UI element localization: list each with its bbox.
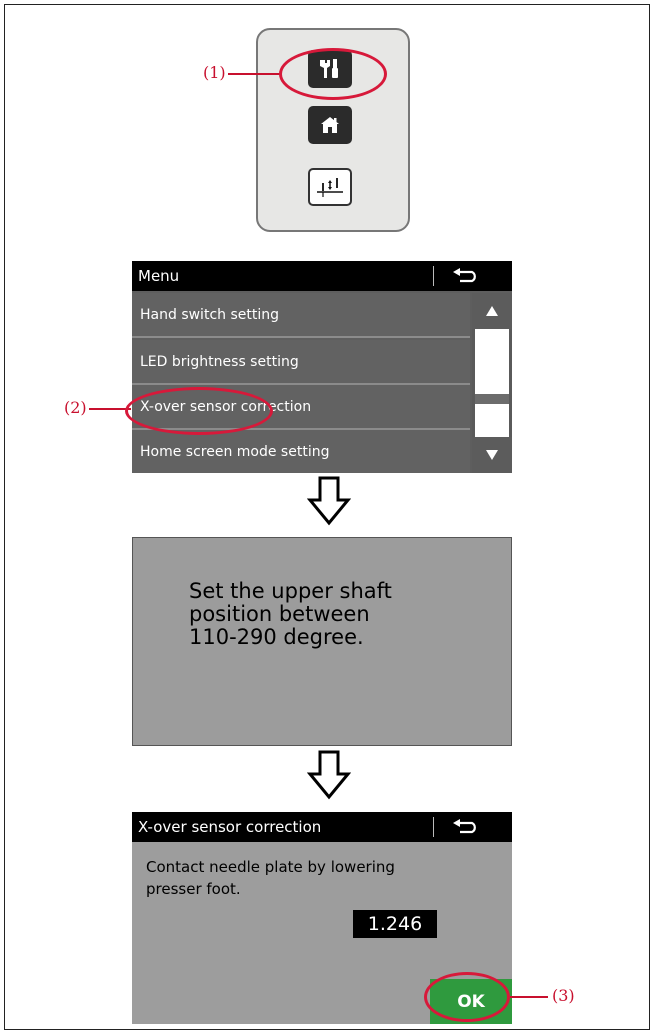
back-arrow-icon [453, 819, 476, 834]
triangle-down-icon [486, 450, 498, 460]
correction-title: X-over sensor correction [138, 818, 322, 836]
menu-item-led-brightness[interactable]: LED brightness setting [132, 340, 470, 385]
needle-position-button[interactable] [308, 168, 352, 206]
back-button[interactable] [452, 812, 480, 842]
callout-2-line [89, 408, 131, 410]
tools-icon [320, 59, 338, 78]
ok-label: OK [457, 991, 485, 1012]
tools-button[interactable] [308, 50, 352, 88]
correction-instruction: Contact needle plate by lowering presser… [146, 858, 395, 898]
scroll-thumb[interactable] [475, 394, 509, 404]
menu-item-home-screen-mode[interactable]: Home screen mode setting [132, 430, 470, 473]
callout-3: (3) [552, 986, 575, 1005]
back-arrow-icon [453, 268, 476, 283]
menu-scrollbar[interactable] [472, 293, 512, 473]
home-icon [321, 117, 339, 133]
correction-screen: X-over sensor correction Contact needle … [132, 812, 512, 1024]
title-separator [433, 266, 434, 286]
menu-title-bar: Menu [132, 261, 512, 291]
home-button[interactable] [308, 106, 352, 144]
menu-item-hand-switch[interactable]: Hand switch setting [132, 293, 470, 338]
scroll-up-button[interactable] [472, 293, 512, 329]
title-separator [433, 817, 434, 837]
message-screen: Set the upper shaft position between 110… [132, 537, 512, 746]
menu-item-xover-sensor[interactable]: X-over sensor correction [132, 385, 470, 430]
ok-button[interactable]: OK [430, 979, 512, 1024]
control-panel [256, 28, 410, 232]
message-text: Set the upper shaft position between 110… [189, 579, 392, 649]
back-button[interactable] [452, 261, 480, 291]
callout-1: (1) [203, 63, 226, 82]
scroll-down-button[interactable] [472, 437, 512, 473]
triangle-up-icon [486, 306, 498, 316]
needle-position-icon [317, 178, 343, 197]
callout-3-line [510, 996, 548, 998]
down-arrow-icon [307, 476, 351, 526]
menu-title: Menu [138, 267, 180, 285]
correction-title-bar: X-over sensor correction [132, 812, 512, 842]
callout-2: (2) [64, 398, 87, 417]
down-arrow-icon [307, 750, 351, 800]
menu-screen: Menu Hand switch setting LED brightness … [132, 261, 512, 473]
correction-value: 1.246 [353, 910, 437, 938]
callout-1-line [228, 73, 280, 75]
scroll-track [475, 329, 509, 437]
